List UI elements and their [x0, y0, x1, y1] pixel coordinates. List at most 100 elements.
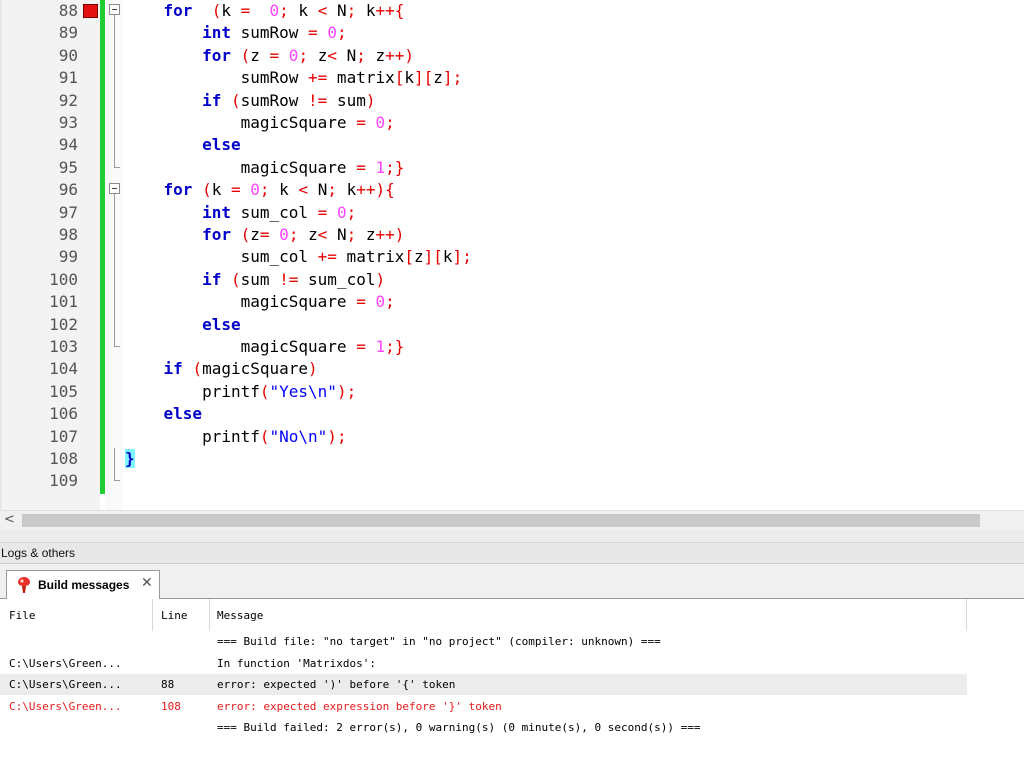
code-token: matrix: [327, 68, 395, 88]
code-editor[interactable]: 88 for (k = 0; k < N; k++{89 int sumRow …: [0, 0, 1024, 510]
breakpoint-marker-icon[interactable]: [83, 4, 98, 18]
code-line[interactable]: 91 sumRow += matrix[k][z];: [0, 67, 1024, 90]
code-token: =: [230, 180, 241, 200]
code-text: else: [125, 403, 203, 425]
column-header-line[interactable]: Line: [153, 599, 210, 631]
code-token: sum_col: [230, 202, 318, 222]
code-text: }: [125, 448, 135, 470]
code-token: =: [240, 1, 251, 20]
code-token: N: [336, 45, 357, 65]
code-token: N: [308, 180, 328, 200]
column-header-file[interactable]: File: [0, 599, 153, 631]
code-token: printf: [125, 426, 260, 446]
code-token: sumRow: [230, 23, 309, 43]
code-token: magicSquare: [125, 157, 357, 177]
code-token: ;: [298, 45, 309, 65]
code-text: if (magicSquare): [125, 358, 318, 380]
code-token: ;: [288, 225, 299, 244]
code-token: ]: [452, 247, 463, 267]
code-line[interactable]: 92 if (sumRow != sum): [0, 89, 1024, 112]
table-row[interactable]: C:\Users\Green... 88 error: expected ')' b…: [0, 674, 967, 695]
line-number: 95: [58, 157, 78, 177]
code-token: z: [365, 45, 386, 65]
code-token: k: [442, 247, 453, 267]
fold-guide-line: [114, 448, 115, 471]
code-token: for: [202, 225, 231, 244]
code-token: ][: [423, 247, 443, 267]
code-token: ]: [442, 68, 453, 88]
code-text: magicSquare = 1;}: [125, 157, 405, 179]
code-line[interactable]: 96 for (k = 0; k < N; k++){: [0, 179, 1024, 202]
message-cell: error: expected ')' before '{' token: [217, 678, 456, 691]
code-token: {: [385, 180, 395, 200]
table-row[interactable]: === Build file: "no target" in "no proje…: [0, 631, 967, 652]
table-row[interactable]: C:\Users\Green... 108 error: expected expr…: [0, 696, 967, 717]
code-token: <: [317, 1, 328, 20]
code-line[interactable]: 106 else: [0, 403, 1024, 425]
code-line[interactable]: 88 for (k = 0; k < N; k++{: [0, 0, 1024, 23]
code-line[interactable]: 93 magicSquare = 0;: [0, 112, 1024, 135]
code-line[interactable]: 109: [0, 470, 1024, 492]
code-line[interactable]: 98 for (z= 0; z< N; z++): [0, 224, 1024, 247]
code-line[interactable]: 107 printf("No\n");: [0, 426, 1024, 448]
code-token: ++): [356, 180, 386, 200]
scroll-left-arrow-icon[interactable]: <: [4, 512, 15, 527]
code-token: !=: [279, 269, 299, 289]
fold-toggle-icon[interactable]: [109, 4, 120, 15]
fold-guide-line: [114, 201, 115, 224]
code-token: magicSquare: [202, 359, 309, 379]
fold-guide-line: [114, 134, 115, 157]
code-token: ;: [279, 1, 289, 20]
line-number: 105: [49, 381, 78, 401]
code-line[interactable]: 94 else: [0, 134, 1024, 157]
column-header-label: Message: [217, 609, 264, 622]
code-token: 0: [279, 225, 289, 244]
code-line[interactable]: 95 magicSquare = 1;}: [0, 156, 1024, 179]
code-text: sumRow += matrix[k][z];: [125, 67, 463, 89]
close-icon[interactable]: ✕: [141, 575, 153, 591]
column-header-message[interactable]: Message: [210, 599, 967, 631]
code-line[interactable]: 108}: [0, 448, 1024, 471]
code-line[interactable]: 89 int sumRow = 0;: [0, 22, 1024, 45]
editor-horizontal-scrollbar[interactable]: <: [0, 510, 1024, 530]
code-token: {: [394, 1, 405, 20]
message-cell: === Build failed: 2 error(s), 0 warning(…: [217, 721, 701, 734]
code-text: magicSquare = 1;}: [125, 336, 405, 358]
code-line[interactable]: 99 sum_col += matrix[z][k];: [0, 246, 1024, 269]
scrollbar-thumb[interactable]: [22, 514, 980, 527]
code-token: k: [221, 1, 241, 20]
code-token: (: [240, 45, 251, 65]
code-line[interactable]: 102 else: [0, 313, 1024, 336]
build-messages-list[interactable]: File Line Message === Build file: "no ta…: [0, 599, 1024, 766]
line-number: 96: [58, 180, 78, 200]
code-line[interactable]: 104 if (magicSquare): [0, 358, 1024, 380]
code-token: 0: [336, 202, 347, 222]
code-line[interactable]: 97 int sum_col = 0;: [0, 201, 1024, 224]
code-line[interactable]: 101 magicSquare = 0;: [0, 291, 1024, 314]
code-line[interactable]: 90 for (z = 0; z< N; z++): [0, 44, 1024, 68]
code-token: z: [298, 225, 318, 244]
table-row[interactable]: === Build failed: 2 error(s), 0 warning(…: [0, 717, 967, 738]
line-cell: 108: [161, 699, 181, 713]
code-text: for (k = 0; k < N; k++{: [125, 0, 405, 22]
file-cell: C:\Users\Green...: [9, 699, 122, 713]
messages-vertical-scrollbar[interactable]: [967, 599, 1024, 766]
code-line[interactable]: 105 printf("Yes\n");: [0, 381, 1024, 403]
fold-toggle-icon[interactable]: [109, 183, 120, 195]
code-token: ;: [356, 45, 366, 65]
code-line[interactable]: 103 magicSquare = 1;}: [0, 336, 1024, 358]
table-row[interactable]: C:\Users\Green... In function 'Matrixdos'…: [0, 653, 967, 674]
line-number: 101: [49, 292, 78, 312]
tab-build-messages[interactable]: Build messages ✕: [6, 570, 160, 599]
panel-splitter[interactable]: [0, 530, 1024, 542]
code-line[interactable]: 100 if (sum != sum_col): [0, 268, 1024, 292]
fold-end-marker: [114, 336, 120, 347]
